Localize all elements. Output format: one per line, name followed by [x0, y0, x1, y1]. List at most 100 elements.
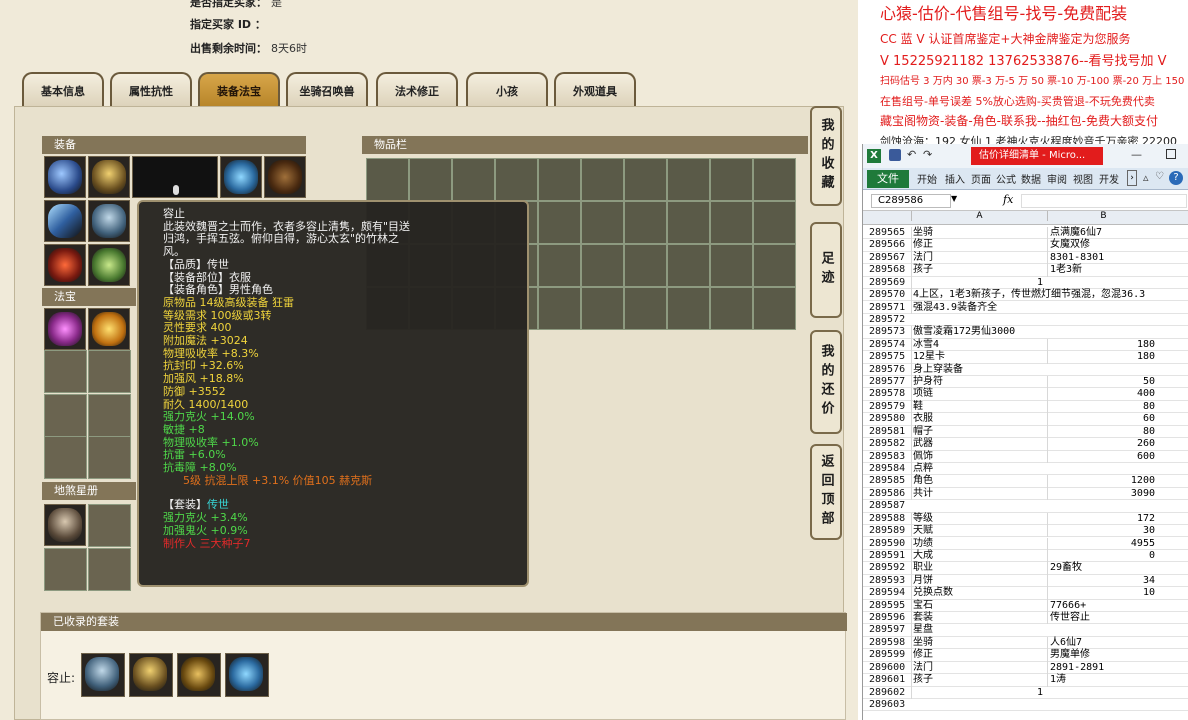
heart-icon[interactable]: ♡ — [1155, 171, 1164, 182]
cell-b[interactable]: 77666+ — [1047, 599, 1159, 612]
cell-a[interactable]: 职业 — [911, 562, 1047, 575]
name-box[interactable]: C289586 — [871, 194, 951, 208]
row-number[interactable]: 289578 — [869, 388, 911, 400]
equip-slot-shoes[interactable] — [264, 156, 306, 198]
redo-icon[interactable]: ↷ — [923, 148, 932, 161]
tab-spell-correction[interactable]: 法术修正 — [376, 72, 458, 106]
tab-appearance[interactable]: 外观道具 — [554, 72, 636, 106]
collapse-ribbon-icon[interactable]: ▵ — [1143, 171, 1149, 184]
cell-a[interactable]: 项链 — [911, 388, 1047, 401]
maximize-icon[interactable] — [1166, 149, 1176, 159]
ribbon-more-icon[interactable]: › — [1127, 170, 1137, 186]
row-number[interactable]: 289581 — [869, 426, 911, 438]
my-counteroffer-button[interactable]: 我的还价 — [810, 330, 842, 434]
inventory-slot[interactable] — [624, 287, 667, 330]
row-number[interactable]: 289565 — [869, 227, 911, 239]
inventory-slot[interactable] — [538, 244, 581, 287]
cell-a[interactable]: 点粹 — [911, 462, 1047, 476]
row-number[interactable]: 289603 — [869, 699, 911, 711]
cell-a[interactable]: 帽子 — [911, 425, 1047, 439]
cell-b[interactable]: 50 — [1047, 376, 1159, 389]
row-number[interactable]: 289569 — [869, 277, 911, 289]
cell-b[interactable]: 1老3新 — [1047, 264, 1159, 277]
cell-a[interactable]: 兑换点数 — [911, 587, 1047, 600]
row-number[interactable]: 289587 — [869, 500, 911, 512]
inventory-slot[interactable] — [667, 158, 710, 201]
suit-item-amulet[interactable] — [129, 653, 173, 697]
cell-b[interactable]: 4955 — [1047, 537, 1159, 550]
row-number[interactable]: 289571 — [869, 302, 911, 314]
row-number[interactable]: 289585 — [869, 475, 911, 487]
cell-a[interactable]: 功绩 — [911, 537, 1047, 550]
cell-a[interactable]: 孩子 — [911, 264, 1047, 277]
cell-a[interactable]: 冰雪4 — [911, 338, 1047, 352]
inventory-slot[interactable] — [624, 201, 667, 244]
cell-b[interactable]: 10 — [1047, 587, 1159, 600]
treasure-slot-5[interactable] — [44, 394, 87, 437]
cell-a[interactable]: 身上穿装备 — [911, 363, 1047, 377]
row-number[interactable]: 289592 — [869, 562, 911, 574]
cell-b[interactable]: 30 — [1047, 525, 1159, 538]
cell-a[interactable]: 衣服 — [911, 413, 1047, 426]
row-number[interactable]: 289599 — [869, 649, 911, 661]
row-number[interactable]: 289576 — [869, 364, 911, 376]
cell-a[interactable]: 佩饰 — [911, 450, 1047, 463]
cell-a[interactable]: 1 — [911, 276, 1047, 290]
cell-b[interactable]: 2891-2891 — [1047, 661, 1159, 675]
cell-a[interactable]: 星盘 — [911, 624, 1047, 637]
cell-a[interactable]: 12星卡 — [911, 351, 1047, 364]
row-number[interactable]: 289596 — [869, 612, 911, 624]
cell-a[interactable]: 孩子 — [911, 674, 1047, 687]
tab-basic-info[interactable]: 基本信息 — [22, 72, 104, 106]
inventory-slot[interactable] — [710, 201, 753, 244]
inventory-slot[interactable] — [667, 244, 710, 287]
fx-icon[interactable]: fx — [1003, 193, 1013, 206]
cell-a[interactable]: 修正 — [911, 649, 1047, 662]
row-number[interactable]: 289590 — [869, 538, 911, 550]
row-number[interactable]: 289589 — [869, 525, 911, 537]
footprint-button[interactable]: 足迹 — [810, 222, 842, 318]
row-number[interactable]: 289595 — [869, 600, 911, 612]
tab-attributes[interactable]: 属性抗性 — [110, 72, 192, 106]
row-number[interactable]: 289574 — [869, 339, 911, 351]
back-to-top-button[interactable]: 返回顶部 — [810, 444, 842, 540]
equip-slot-belt[interactable] — [88, 244, 130, 286]
row-number[interactable]: 289588 — [869, 513, 911, 525]
row-number[interactable]: 289583 — [869, 451, 911, 463]
cell-a[interactable]: 坐骑 — [911, 227, 1047, 240]
ribbon-tab-formula[interactable]: 公式 — [996, 171, 1016, 186]
ribbon-tab-dev[interactable]: 开发 — [1099, 171, 1119, 186]
tab-equipment[interactable]: 装备法宝 — [198, 72, 280, 106]
equip-slot-ring[interactable] — [44, 244, 86, 286]
inventory-slot[interactable] — [753, 287, 796, 330]
cell-b[interactable]: 172 — [1047, 512, 1159, 526]
cell-b[interactable]: 600 — [1047, 450, 1159, 463]
cell-b[interactable]: 80 — [1047, 425, 1159, 439]
cell-b[interactable]: 29畜牧 — [1047, 562, 1159, 575]
cell-b[interactable]: 女魔双修 — [1047, 239, 1159, 252]
row-number[interactable]: 289573 — [869, 326, 911, 338]
earth-star-slot-4[interactable] — [88, 548, 131, 591]
cell-a[interactable]: 宝石 — [911, 599, 1047, 612]
cell-b[interactable]: 60 — [1047, 413, 1159, 426]
ribbon-tab-view[interactable]: 视图 — [1073, 171, 1093, 186]
cell-a[interactable]: 角色 — [911, 475, 1047, 488]
tab-child[interactable]: 小孩 — [466, 72, 548, 106]
inventory-slot[interactable] — [538, 287, 581, 330]
inventory-slot[interactable] — [366, 158, 409, 201]
row-number[interactable]: 289600 — [869, 662, 911, 674]
row-number[interactable]: 289582 — [869, 438, 911, 450]
treasure-slot-4[interactable] — [88, 350, 131, 393]
cell-a[interactable]: 天赋 — [911, 525, 1047, 538]
cell-b[interactable]: 400 — [1047, 388, 1159, 401]
cell-b[interactable]: 180 — [1047, 351, 1159, 364]
ribbon-tab-insert[interactable]: 插入 — [945, 171, 965, 186]
row-number[interactable]: 289572 — [869, 314, 911, 326]
row-number[interactable]: 289597 — [869, 624, 911, 636]
row-number[interactable]: 289584 — [869, 463, 911, 475]
suit-item-belt[interactable] — [177, 653, 221, 697]
inventory-slot[interactable] — [753, 201, 796, 244]
cell-a[interactable]: 傲雪凌霜172男仙3000 — [911, 326, 1047, 339]
cell-b[interactable]: 0 — [1047, 549, 1159, 563]
earth-star-slot-2[interactable] — [88, 504, 131, 547]
